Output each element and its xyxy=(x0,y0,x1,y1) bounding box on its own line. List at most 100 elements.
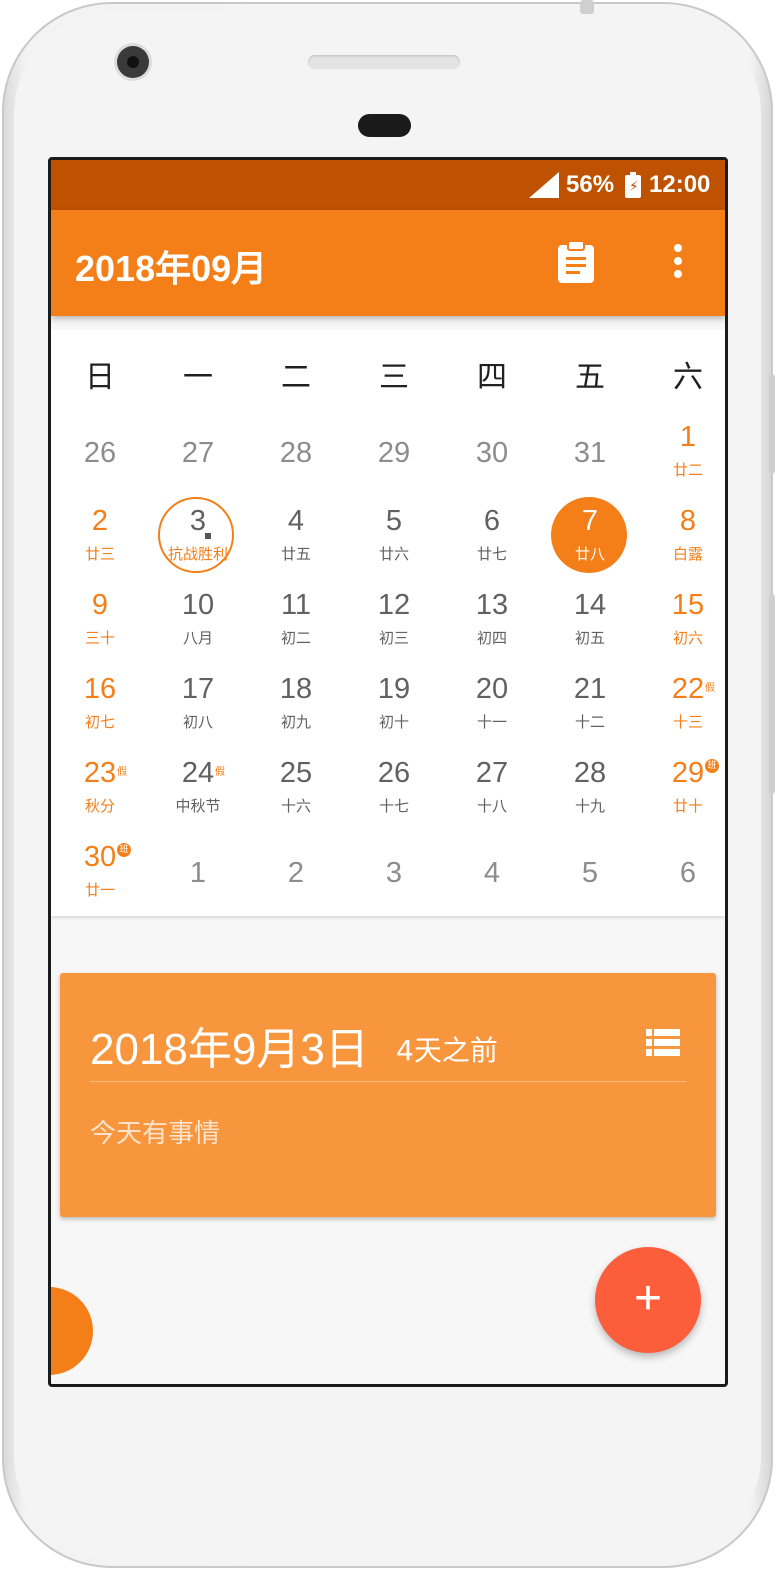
day-cell[interactable]: 25 十六 xyxy=(247,749,345,833)
day-number: 19 xyxy=(377,673,411,705)
lunar-date: 初十 xyxy=(378,713,409,731)
holiday-badge: 假 xyxy=(117,767,127,778)
lunar-date: 廿三 xyxy=(84,545,115,563)
day-number: 23 xyxy=(83,757,117,789)
day-cell[interactable]: 31 xyxy=(541,413,639,497)
day-cell[interactable]: 29 廿十班 xyxy=(639,749,725,833)
weekday-header: 日一二三四五六 xyxy=(51,330,725,406)
day-cell[interactable]: 22 十三假 xyxy=(639,665,725,749)
lunar-date: 白露 xyxy=(672,545,703,563)
day-number: 29 xyxy=(377,437,411,469)
day-number: 31 xyxy=(573,437,607,469)
day-number: 2 xyxy=(287,857,305,889)
clipboard-icon[interactable] xyxy=(557,240,595,284)
lunar-date: 廿一 xyxy=(84,881,115,899)
day-cell[interactable]: 30 xyxy=(443,413,541,497)
day-cell[interactable]: 4 xyxy=(443,833,541,917)
day-cell[interactable]: 24 中秋节 假 xyxy=(149,749,247,833)
status-time: 12:00 xyxy=(649,171,711,198)
day-number: 18 xyxy=(279,673,313,705)
lunar-date: 十二 xyxy=(574,713,605,731)
list-icon[interactable] xyxy=(646,1029,680,1057)
day-number: 24 xyxy=(181,757,215,789)
day-cell[interactable]: 12 初三 xyxy=(345,581,443,665)
holiday-badge: 假 xyxy=(705,683,715,694)
earpiece-speaker xyxy=(308,55,460,69)
day-cell[interactable]: 19 初十 xyxy=(345,665,443,749)
day-cell[interactable]: 26 xyxy=(51,413,149,497)
day-number: 2 xyxy=(91,505,109,537)
day-cell[interactable]: 21 十二 xyxy=(541,665,639,749)
day-cell[interactable]: 18 初九 xyxy=(247,665,345,749)
add-icon: + xyxy=(633,1272,663,1325)
day-number: 5 xyxy=(581,857,599,889)
workday-badge: 班 xyxy=(705,759,719,773)
day-number: 4 xyxy=(483,857,501,889)
day-cell-selected[interactable]: 7 廿八 xyxy=(541,497,639,581)
day-cell[interactable]: 9 三十 xyxy=(51,581,149,665)
day-number: 30 xyxy=(83,841,117,873)
day-cell[interactable]: 6 xyxy=(639,833,725,917)
day-cell[interactable]: 1 xyxy=(149,833,247,917)
day-cell[interactable]: 29 xyxy=(345,413,443,497)
workday-badge: 班 xyxy=(117,843,131,857)
lunar-date: 八月 xyxy=(182,629,213,647)
day-number: 1 xyxy=(189,857,207,889)
volume-button xyxy=(769,374,775,474)
day-cell[interactable]: 2 xyxy=(247,833,345,917)
day-cell[interactable]: 3 xyxy=(345,833,443,917)
page-title: 2018年09月 xyxy=(75,248,268,289)
day-cell-today[interactable]: 3 抗战胜利 xyxy=(149,497,247,581)
day-number: 13 xyxy=(475,589,509,621)
day-cell[interactable]: 17 初八 xyxy=(149,665,247,749)
lunar-date: 十七 xyxy=(378,797,409,815)
day-cell[interactable]: 2 廿三 xyxy=(51,497,149,581)
day-number: 16 xyxy=(83,673,117,705)
day-cell[interactable]: 13 初四 xyxy=(443,581,541,665)
event-card[interactable]: 2018年9月3日 4天之前 今天有事情 xyxy=(60,973,716,1217)
day-cell[interactable]: 4 廿五 xyxy=(247,497,345,581)
day-cell[interactable]: 5 xyxy=(541,833,639,917)
day-number: 17 xyxy=(181,673,215,705)
day-cell[interactable]: 16 初七 xyxy=(51,665,149,749)
day-cell[interactable]: 6 廿七 xyxy=(443,497,541,581)
day-cell[interactable]: 14 初五 xyxy=(541,581,639,665)
weekday-label: 日 xyxy=(85,360,115,395)
lunar-date: 初四 xyxy=(476,629,507,647)
day-number: 27 xyxy=(475,757,509,789)
day-cell[interactable]: 1 廿二 xyxy=(639,413,725,497)
weekday-label: 五 xyxy=(575,360,605,395)
day-cell[interactable]: 10 八月 xyxy=(149,581,247,665)
top-button xyxy=(580,0,594,14)
day-cell[interactable]: 23 秋分 假 xyxy=(51,749,149,833)
day-number: 26 xyxy=(83,437,117,469)
day-cell[interactable]: 20 十一 xyxy=(443,665,541,749)
day-cell[interactable]: 28 xyxy=(247,413,345,497)
lunar-date: 初六 xyxy=(672,629,703,647)
day-cell[interactable]: 11 初二 xyxy=(247,581,345,665)
day-number: 1 xyxy=(679,421,697,453)
day-number: 25 xyxy=(279,757,313,789)
day-cell[interactable]: 5 廿六 xyxy=(345,497,443,581)
event-date: 2018年9月3日 xyxy=(90,1025,369,1074)
day-number: 27 xyxy=(181,437,215,469)
day-number: 5 xyxy=(385,505,403,537)
day-cell[interactable]: 26 十七 xyxy=(345,749,443,833)
day-number: 12 xyxy=(377,589,411,621)
day-cell[interactable]: 27 十八 xyxy=(443,749,541,833)
day-cell[interactable]: 8 白露 xyxy=(639,497,725,581)
add-event-button[interactable]: + xyxy=(595,1247,701,1353)
more-vert-icon[interactable] xyxy=(663,240,693,284)
day-number: 7 xyxy=(581,505,599,537)
lunar-date: 廿七 xyxy=(476,545,507,563)
day-cell[interactable]: 30 廿一 班 xyxy=(51,833,149,917)
lunar-date: 初二 xyxy=(280,629,311,647)
day-number: 28 xyxy=(279,437,313,469)
day-cell[interactable]: 15 初六 xyxy=(639,581,725,665)
lunar-date: 初五 xyxy=(574,629,605,647)
day-cell[interactable]: 28 十九 xyxy=(541,749,639,833)
day-cell[interactable]: 27 xyxy=(149,413,247,497)
day-number: 26 xyxy=(377,757,411,789)
day-number: 28 xyxy=(573,757,607,789)
lunar-date: 十一 xyxy=(476,713,507,731)
